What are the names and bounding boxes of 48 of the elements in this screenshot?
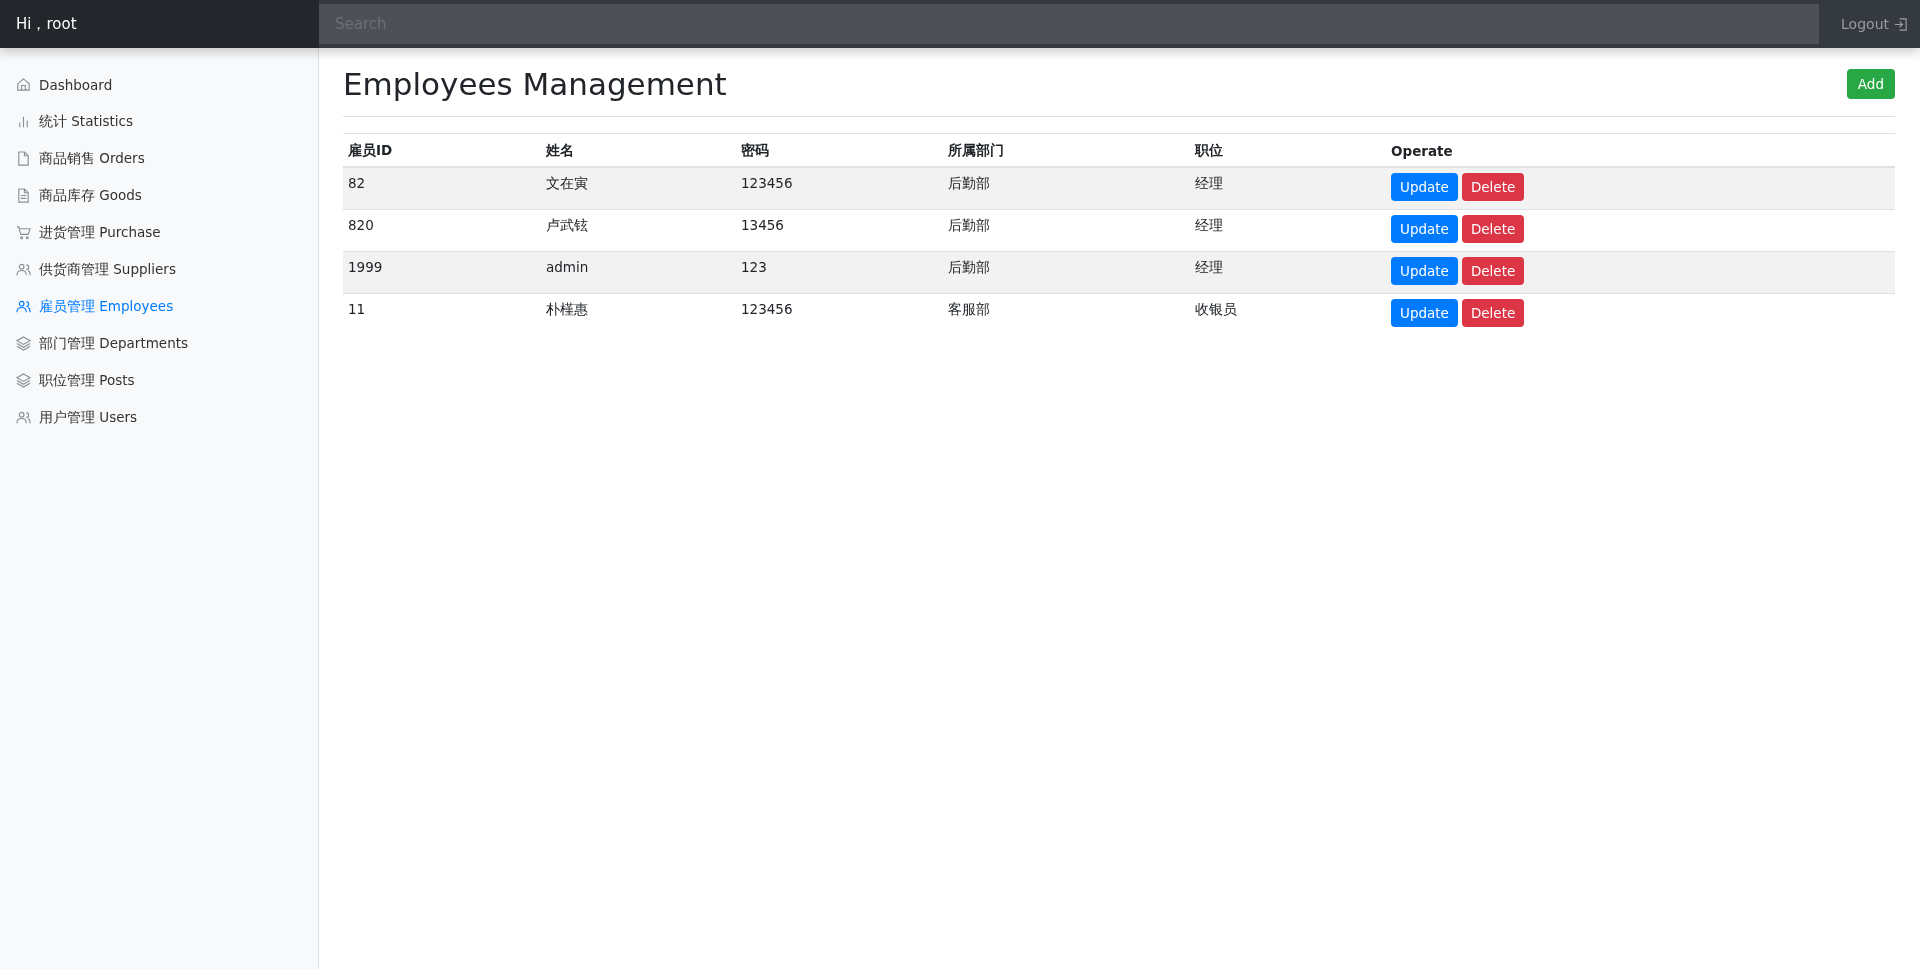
bar-chart-icon: [16, 114, 31, 129]
cart-icon: [16, 225, 31, 240]
layers-icon: [16, 336, 31, 351]
layers-icon: [16, 373, 31, 388]
sign-in-icon: [1893, 16, 1908, 32]
sidebar-item[interactable]: 商品库存 Goods: [0, 177, 318, 214]
table-cell: 收银员: [1190, 293, 1386, 335]
sidebar-item[interactable]: 雇员管理 Employees: [0, 288, 318, 325]
table-cell: 123456: [736, 293, 943, 335]
table-cell: 朴槿惠: [541, 293, 736, 335]
update-button[interactable]: Update: [1391, 173, 1458, 201]
table-cell: 文在寅: [541, 167, 736, 210]
table-cell: admin: [541, 251, 736, 294]
logout-link[interactable]: Logout: [1819, 16, 1920, 32]
table-cell: 后勤部: [943, 251, 1190, 294]
sidebar-item[interactable]: 用户管理 Users: [0, 399, 318, 436]
file-icon: [16, 151, 31, 166]
table-cell: 经理: [1190, 167, 1386, 210]
table-cell: 1999: [343, 251, 541, 294]
delete-button[interactable]: Delete: [1461, 299, 1525, 327]
add-button[interactable]: Add: [1846, 69, 1895, 99]
table-cell: 82: [343, 167, 541, 210]
sidebar-item[interactable]: 职位管理 Posts: [0, 362, 318, 399]
sidebar-item[interactable]: 商品销售 Orders: [0, 140, 318, 177]
greeting-text: Hi，root: [0, 0, 319, 48]
users-icon: [16, 410, 31, 425]
table-cell: 客服部: [943, 293, 1190, 335]
sidebar-item[interactable]: 部门管理 Departments: [0, 325, 318, 362]
sidebar-item[interactable]: 进货管理 Purchase: [0, 214, 318, 251]
update-button[interactable]: Update: [1391, 299, 1458, 327]
sidebar-item[interactable]: 统计 Statistics: [0, 103, 318, 140]
sidebar-item[interactable]: 供货商管理 Suppliers: [0, 251, 318, 288]
table-cell: 后勤部: [943, 167, 1190, 210]
page-title: Employees Management: [343, 66, 727, 102]
users-icon: [16, 262, 31, 277]
update-button[interactable]: Update: [1391, 257, 1458, 285]
table-cell: 经理: [1190, 251, 1386, 294]
table-cell: 123: [736, 251, 943, 294]
home-icon: [16, 77, 31, 92]
delete-button[interactable]: Delete: [1461, 257, 1525, 285]
delete-button[interactable]: Delete: [1461, 215, 1525, 243]
delete-button[interactable]: Delete: [1461, 173, 1525, 201]
document-icon: [16, 188, 31, 203]
users-icon: [16, 299, 31, 314]
table-cell: 123456: [736, 167, 943, 210]
update-button[interactable]: Update: [1391, 215, 1458, 243]
table-cell: 11: [343, 293, 541, 335]
sidebar-item[interactable]: Dashboard: [0, 66, 318, 103]
